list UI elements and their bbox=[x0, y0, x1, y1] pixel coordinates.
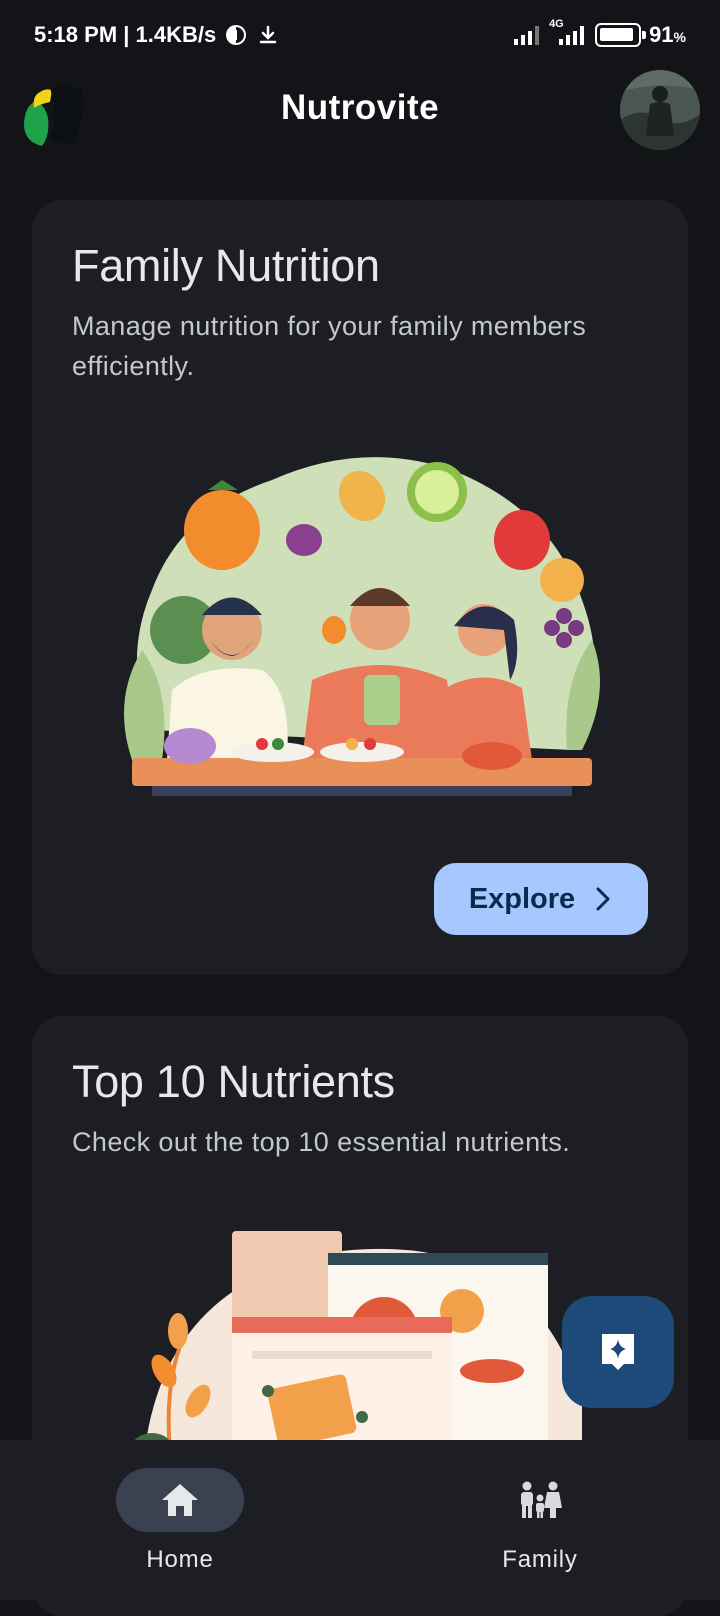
status-bar: 5:18 PM | 1.4KB/s 4G 91% bbox=[0, 0, 720, 70]
app-title: Nutrovite bbox=[280, 88, 440, 127]
nav-item-family[interactable]: Family bbox=[440, 1468, 640, 1574]
nav-label-home: Home bbox=[146, 1546, 214, 1573]
app-bar: Nutrovite bbox=[0, 70, 720, 156]
family-dining-illustration bbox=[112, 430, 612, 820]
home-icon bbox=[160, 1482, 200, 1518]
sparkle-icon bbox=[598, 1330, 638, 1374]
bottom-navigation: Home Family bbox=[0, 1440, 720, 1600]
battery-icon bbox=[595, 23, 647, 47]
card-description: Manage nutrition for your family members… bbox=[72, 311, 587, 381]
family-nutrition-card[interactable]: Family Nutrition Manage nutrition for yo… bbox=[32, 200, 688, 975]
chevron-right-icon bbox=[593, 885, 613, 913]
nav-home-indicator bbox=[116, 1468, 244, 1532]
card-title: Family Nutrition bbox=[72, 240, 380, 291]
family-icon bbox=[518, 1480, 562, 1520]
card-description: Check out the top 10 essential nutrients… bbox=[72, 1127, 571, 1157]
avatar[interactable] bbox=[620, 70, 700, 150]
download-icon bbox=[256, 23, 280, 47]
nav-family-indicator bbox=[476, 1468, 604, 1532]
explore-button[interactable]: Explore bbox=[434, 863, 648, 935]
battery-fill bbox=[600, 28, 634, 41]
sparkle-fab-button[interactable] bbox=[562, 1296, 674, 1408]
battery-percent: 91% bbox=[649, 22, 686, 47]
nav-label-family: Family bbox=[502, 1546, 578, 1573]
signal-4g-icon: 4G bbox=[549, 18, 587, 46]
network-type: 4G bbox=[549, 18, 564, 30]
explore-button-label: Explore bbox=[468, 882, 576, 915]
status-left: 5:18 PM | 1.4KB/s bbox=[34, 22, 280, 48]
nav-item-home[interactable]: Home bbox=[80, 1468, 280, 1574]
status-right: 4G 91% bbox=[513, 18, 686, 48]
data-saver-icon bbox=[224, 23, 248, 47]
signal-icon bbox=[513, 24, 541, 46]
status-time-speed: 5:18 PM | 1.4KB/s bbox=[34, 22, 217, 47]
battery-indicator: 91% bbox=[595, 22, 686, 48]
card-title: Top 10 Nutrients bbox=[72, 1056, 395, 1107]
